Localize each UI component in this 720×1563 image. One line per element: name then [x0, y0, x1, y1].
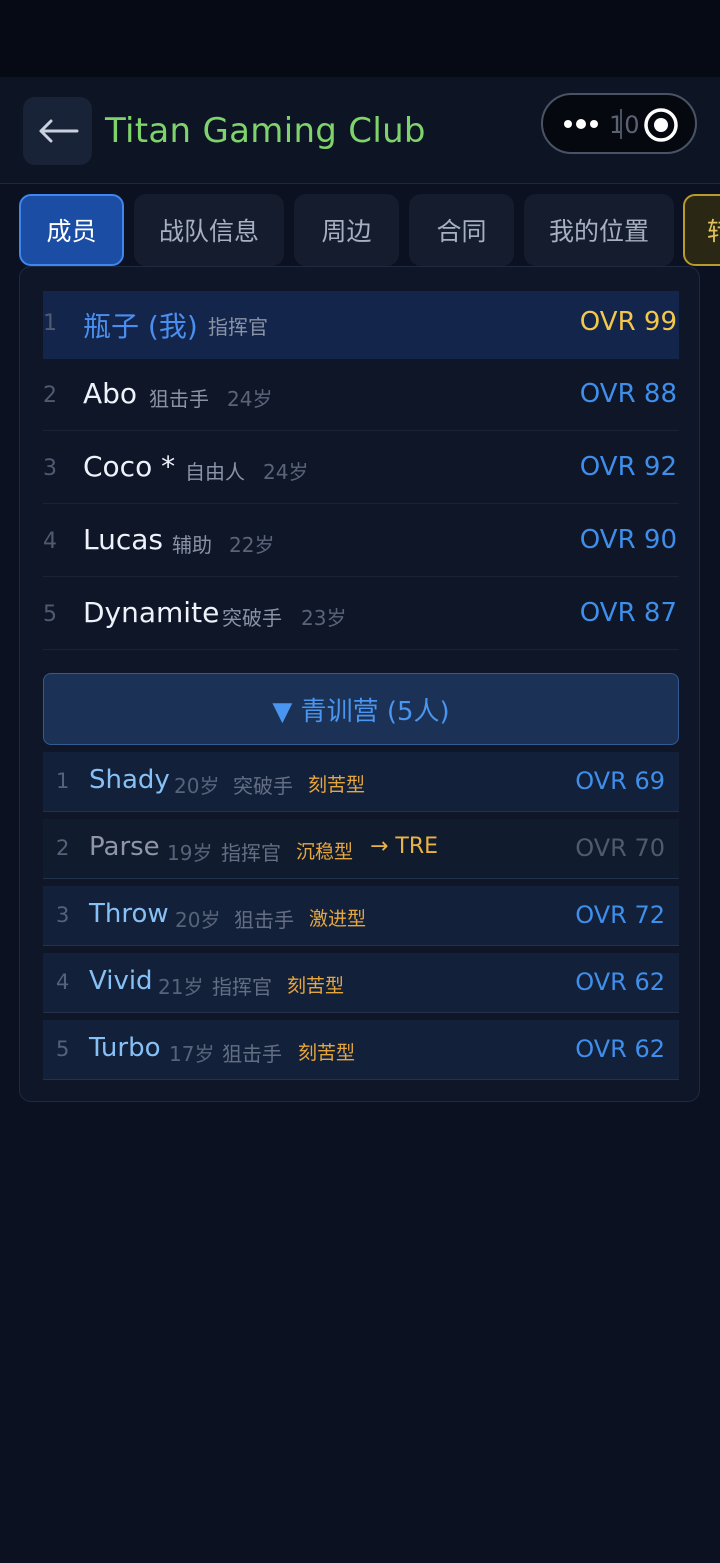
- member-name: 瓶子 (我): [83, 310, 198, 343]
- member-age: 23岁: [301, 606, 347, 630]
- member-name: Lucas: [83, 523, 163, 556]
- academy-row[interactable]: 4 Vivid 21岁 指挥官 刻苦型 OVR 62: [43, 953, 679, 1013]
- academy-index: 3: [56, 903, 70, 927]
- member-ovr: OVR 88: [579, 379, 677, 409]
- members-panel: 1 瓶子 (我) 指挥官 OVR 99 2 Abo 狙击手 24岁 OVR 88…: [19, 266, 700, 1102]
- tab-bar: 成员 战队信息 周边 合同 我的位置 转: [0, 194, 720, 268]
- member-index: 3: [43, 456, 57, 481]
- member-row[interactable]: 1 瓶子 (我) 指挥官 OVR 99: [43, 291, 679, 359]
- member-index: 2: [43, 383, 57, 408]
- academy-row[interactable]: 3 Throw 20岁 狙击手 激进型 OVR 72: [43, 886, 679, 946]
- member-index: 1: [43, 311, 57, 336]
- member-age: 24岁: [227, 387, 273, 411]
- academy-ovr: OVR 62: [575, 1035, 665, 1063]
- academy-ovr: OVR 62: [575, 968, 665, 996]
- academy-role: 指挥官: [221, 841, 281, 865]
- academy-age: 20岁: [174, 774, 220, 798]
- academy-age: 21岁: [158, 975, 204, 999]
- transfer-tag: → TRE: [370, 834, 439, 859]
- capsule-text: 10: [609, 111, 640, 139]
- mini-program-capsule: 10: [541, 93, 697, 154]
- member-age: 22岁: [229, 533, 275, 557]
- academy-name: Throw: [89, 899, 169, 929]
- academy-name: Shady: [89, 765, 170, 795]
- academy-name: Vivid: [89, 966, 153, 996]
- member-ovr: OVR 99: [579, 307, 677, 337]
- academy-age: 19岁: [167, 841, 213, 865]
- status-bar: [0, 0, 720, 77]
- back-button[interactable]: [23, 97, 92, 165]
- member-name: Coco *: [83, 450, 176, 483]
- target-icon[interactable]: [643, 107, 679, 143]
- academy-role: 突破手: [233, 774, 293, 798]
- academy-age: 17岁: [169, 1042, 215, 1066]
- academy-trait: 沉稳型: [296, 841, 354, 863]
- capsule-divider: [620, 109, 622, 139]
- member-role: 狙击手: [149, 387, 209, 411]
- academy-role: 狙击手: [222, 1042, 282, 1066]
- academy-role: 狙击手: [234, 908, 294, 932]
- member-age: 24岁: [263, 460, 309, 484]
- academy-age: 20岁: [175, 908, 221, 932]
- academy-ovr: OVR 70: [575, 834, 665, 862]
- academy-trait: 刻苦型: [287, 975, 345, 997]
- member-role: 辅助: [172, 533, 212, 557]
- academy-row[interactable]: 5 Turbo 17岁 狙击手 刻苦型 OVR 62: [43, 1020, 679, 1080]
- member-ovr: OVR 92: [579, 452, 677, 482]
- member-name: Dynamite: [83, 596, 220, 629]
- academy-trait: 刻苦型: [308, 774, 366, 796]
- academy-name: Turbo: [89, 1033, 161, 1063]
- member-row[interactable]: 3 Coco * 自由人 24岁 OVR 92: [43, 436, 679, 504]
- academy-role: 指挥官: [212, 975, 272, 999]
- academy-index: 5: [56, 1037, 70, 1061]
- academy-row[interactable]: 2 Parse 19岁 指挥官 沉稳型 → TRE OVR 70: [43, 819, 679, 879]
- member-name: Abo: [83, 377, 138, 410]
- tab-team-info[interactable]: 战队信息: [134, 194, 284, 266]
- member-row[interactable]: 2 Abo 狙击手 24岁 OVR 88: [43, 363, 679, 431]
- member-ovr: OVR 90: [579, 525, 677, 555]
- member-index: 4: [43, 529, 57, 554]
- academy-index: 1: [56, 769, 70, 793]
- member-role: 指挥官: [208, 315, 268, 339]
- member-role: 突破手: [222, 606, 282, 630]
- tab-transfer[interactable]: 转: [683, 194, 720, 266]
- member-row[interactable]: 4 Lucas 辅助 22岁 OVR 90: [43, 509, 679, 577]
- academy-name: Parse: [89, 832, 160, 862]
- page-title: Titan Gaming Club: [105, 111, 426, 151]
- member-ovr: OVR 87: [579, 598, 677, 628]
- tab-merch[interactable]: 周边: [294, 194, 399, 266]
- academy-ovr: OVR 72: [575, 901, 665, 929]
- academy-toggle-button[interactable]: ▼ 青训营 (5人): [43, 673, 679, 745]
- header-bar: Titan Gaming Club 10: [0, 77, 720, 184]
- member-index: 5: [43, 602, 57, 627]
- tab-members[interactable]: 成员: [19, 194, 124, 266]
- academy-trait: 激进型: [309, 908, 367, 930]
- member-row[interactable]: 5 Dynamite 突破手 23岁 OVR 87: [43, 582, 679, 650]
- more-dots-icon[interactable]: [563, 117, 599, 131]
- arrow-left-icon: [39, 119, 78, 143]
- academy-index: 4: [56, 970, 70, 994]
- tab-my-position[interactable]: 我的位置: [524, 194, 674, 266]
- academy-trait: 刻苦型: [298, 1042, 356, 1064]
- tab-contract[interactable]: 合同: [409, 194, 514, 266]
- academy-ovr: OVR 69: [575, 767, 665, 795]
- academy-index: 2: [56, 836, 70, 860]
- member-role: 自由人: [185, 460, 245, 484]
- academy-row[interactable]: 1 Shady 20岁 突破手 刻苦型 OVR 69: [43, 752, 679, 812]
